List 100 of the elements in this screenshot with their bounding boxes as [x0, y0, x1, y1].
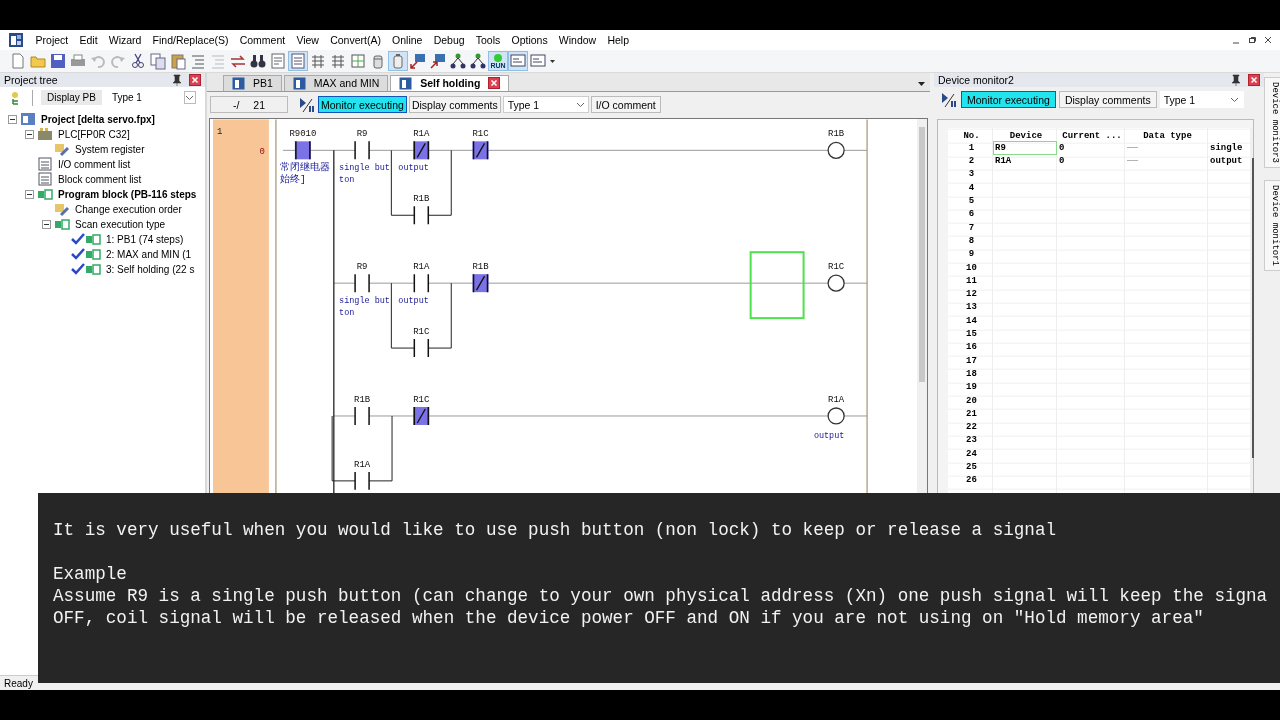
ladder-file-icon	[232, 76, 245, 90]
device-label: R1B	[828, 129, 845, 140]
menu-item[interactable]: Wizard	[103, 32, 147, 48]
coil-symbol	[827, 274, 845, 292]
row-number: 1	[967, 141, 976, 155]
monitor-arrow-icon	[409, 51, 427, 70]
row-number: 20	[965, 394, 978, 408]
tree-item[interactable]: I/O comment list	[58, 158, 131, 170]
row-number: 13	[965, 301, 978, 315]
menu-item[interactable]: Online	[386, 32, 429, 48]
editor-tab[interactable]: MAX and MIN	[283, 74, 389, 91]
tree-item[interactable]: Scan execution type	[75, 218, 166, 230]
tree-item[interactable]: Change execution order	[75, 203, 182, 215]
caption-line: Example	[53, 563, 128, 585]
step-number: 0	[259, 147, 265, 158]
row-number: 23	[965, 434, 978, 448]
type-dropdown[interactable]: Type 1	[105, 91, 196, 105]
menu-item[interactable]: View	[290, 32, 325, 48]
side-tab[interactable]: Device monitor3	[1264, 76, 1280, 168]
toggle-button[interactable]: Monitor executing	[318, 96, 407, 114]
type-dropdown[interactable]: Type 1	[502, 96, 589, 114]
tree-item[interactable]: PLC[FP0R C32]	[58, 128, 130, 140]
menu-item[interactable]: Help	[601, 32, 635, 48]
table-cell: 0	[1059, 142, 1065, 153]
collapse-icon[interactable]	[25, 189, 34, 199]
monitor-toggle-icon[interactable]	[940, 90, 958, 109]
menu-item[interactable]: Convert(A)	[324, 32, 387, 48]
display-button[interactable]: Display PB	[41, 90, 102, 106]
device-comment: output	[398, 296, 429, 307]
toggle-button[interactable]: Display comments	[408, 96, 501, 114]
tree-item[interactable]: System register	[75, 143, 145, 155]
row-number: 12	[965, 288, 978, 301]
menu-item[interactable]: Debug	[428, 32, 471, 48]
collapse-icon[interactable]	[42, 219, 51, 229]
tree-item[interactable]: Project [delta servo.fpx]	[41, 113, 155, 125]
row-number: 17	[965, 354, 978, 368]
device-label: R1B	[413, 194, 430, 205]
row-number: 5	[967, 195, 976, 208]
table-cell[interactable]: R1A	[993, 154, 1057, 168]
toggle-button[interactable]: Monitor executing	[961, 91, 1056, 109]
tree-item[interactable]: 2: MAX and MIN (1	[106, 248, 192, 260]
device-label: R9010	[289, 129, 317, 140]
close-icon[interactable]	[1248, 73, 1260, 86]
program-icon	[37, 186, 53, 203]
menu-item[interactable]: Edit	[73, 32, 104, 48]
io-comment-button[interactable]: I/O comment	[590, 96, 661, 114]
column-header: Current ...	[1061, 129, 1123, 143]
row-number: 8	[967, 234, 976, 248]
settings-icon	[54, 201, 70, 218]
menu-item[interactable]: Find/Replace(S)	[147, 32, 235, 48]
table-cell: single	[1210, 142, 1243, 153]
cell-cursor	[749, 251, 805, 320]
toggle-button[interactable]: Display comments	[1058, 91, 1157, 109]
tree-item[interactable]: 3: Self holding (22 s	[106, 263, 195, 275]
device-comment: output	[813, 430, 845, 441]
coil-symbol	[827, 141, 845, 159]
menu-item[interactable]: Tools	[470, 32, 506, 48]
close-icon[interactable]	[1264, 36, 1272, 44]
pin-icon[interactable]	[171, 73, 183, 86]
side-tab[interactable]: Device monitor1	[1264, 179, 1280, 271]
collapse-icon[interactable]	[8, 114, 17, 124]
collapse-icon[interactable]	[25, 129, 34, 139]
tree-item[interactable]: Block comment list	[58, 173, 142, 185]
plc-icon	[37, 126, 53, 143]
tree-item[interactable]: 1: PB1 (74 steps)	[106, 233, 184, 245]
list-icon	[37, 156, 53, 173]
editor-tab[interactable]: PB1	[223, 74, 282, 91]
caption-line: It is very useful when you would like to use push button (non lock) to keep or release a signal	[53, 519, 1057, 541]
scrollbar-thumb[interactable]	[919, 126, 925, 382]
close-icon[interactable]	[488, 77, 501, 90]
row-number: 2	[967, 155, 976, 168]
list-icon	[37, 171, 53, 188]
table-cell: ——	[1127, 156, 1138, 167]
restore-icon[interactable]	[1248, 36, 1256, 44]
cut-icon	[129, 51, 147, 70]
menu-item[interactable]: Window	[553, 32, 602, 48]
address-field[interactable]: -/ 21	[210, 96, 288, 114]
type-dropdown[interactable]: Type 1	[1159, 91, 1244, 109]
menu-item[interactable]: Options	[505, 32, 554, 48]
caption-line: OFF, coil signal will be released when the device power OFF and ON if you are not using on "Hold memory area"	[53, 607, 1205, 629]
device-comment: single but ton	[339, 296, 390, 319]
menu-item[interactable]: Comment	[234, 32, 291, 48]
status-text: Ready	[4, 677, 33, 689]
device-comment: single but ton	[339, 163, 390, 186]
column-header: Data type	[1142, 129, 1193, 143]
close-icon[interactable]	[189, 73, 201, 86]
monitor-toggle-icon[interactable]	[298, 95, 316, 114]
caption-line: Assume R9 is a single push button (can change to your own physical address (Xn) one push signal will keep the signa	[53, 585, 1269, 607]
device-label: R1A	[413, 262, 430, 273]
editor-tab[interactable]: Self holding	[390, 74, 510, 91]
table-cell[interactable]: R9	[993, 141, 1057, 155]
pin-icon[interactable]	[1230, 73, 1242, 86]
ladder-file-icon	[292, 76, 306, 90]
menu-item[interactable]: Project	[30, 32, 74, 48]
tree-item[interactable]: Program block (PB-116 steps	[58, 188, 197, 200]
device-label: R9	[356, 262, 368, 273]
row-number: 24	[965, 447, 978, 461]
device-label: R9	[356, 129, 368, 140]
row-number: 6	[967, 208, 976, 221]
scrollbar-thumb[interactable]	[1252, 157, 1254, 458]
